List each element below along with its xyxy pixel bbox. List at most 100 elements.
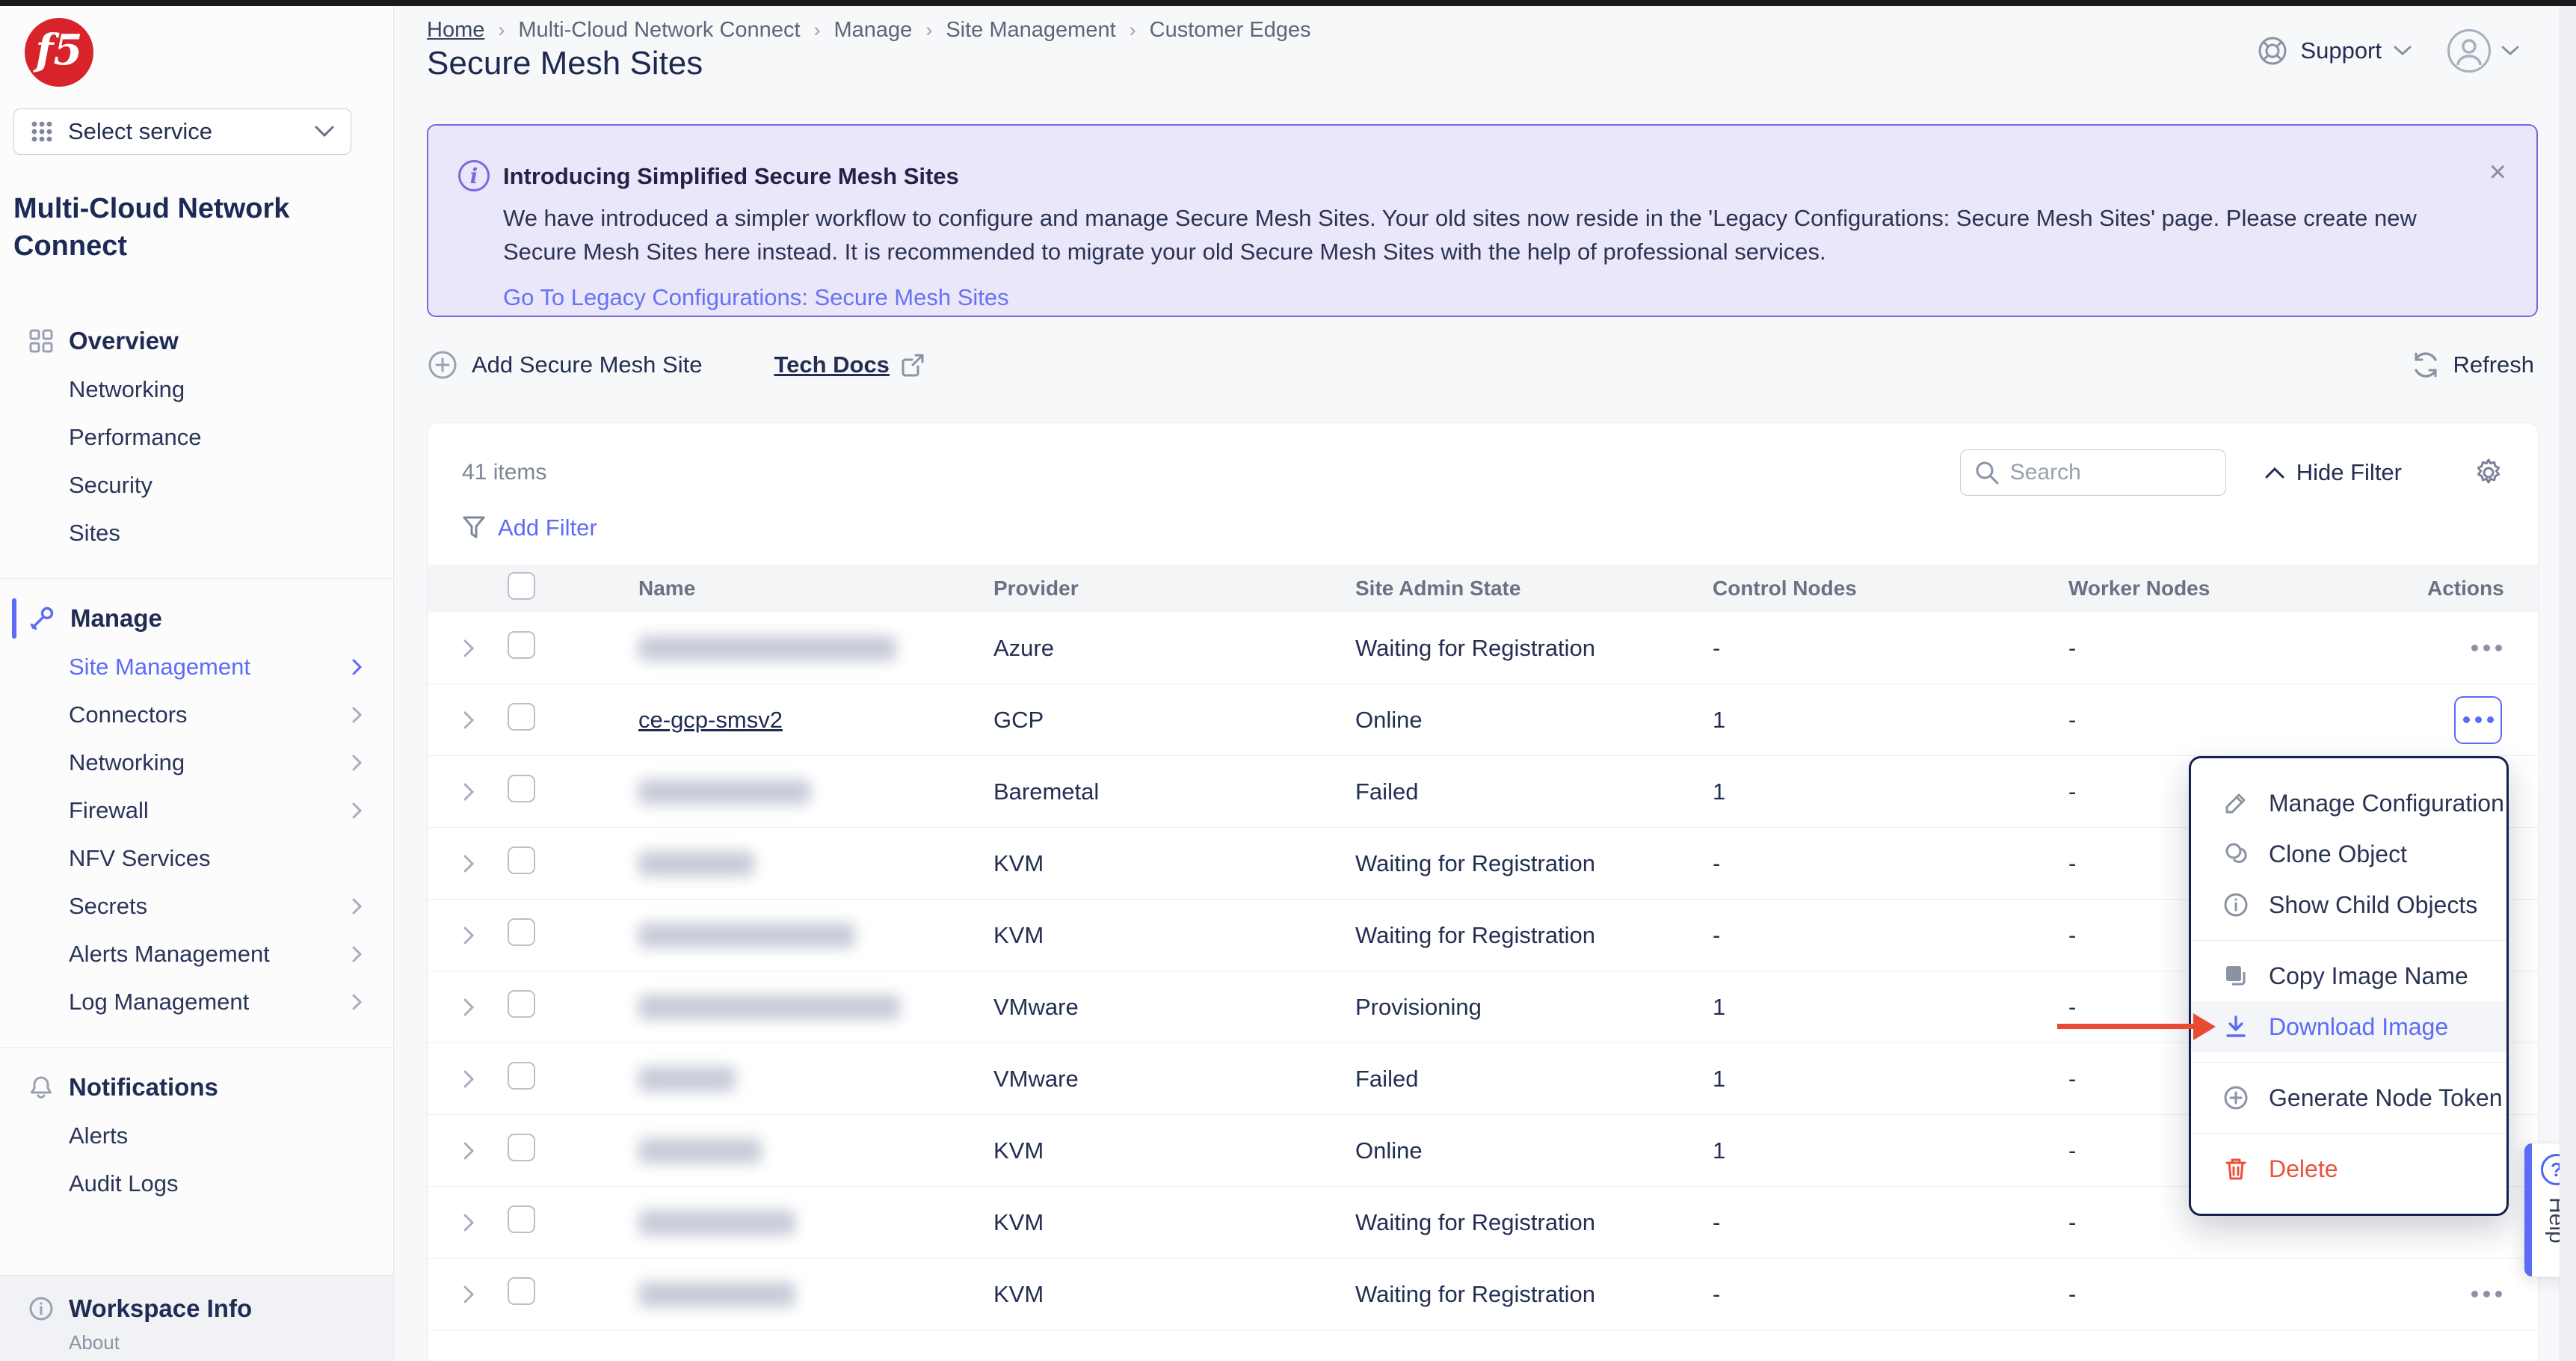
row-actions[interactable] [2454,696,2502,744]
help-tab-accent-bar [2524,1143,2532,1276]
sidebar-item-label: Firewall [69,797,149,824]
sidebar-sub-item[interactable]: Alerts Management [0,930,393,978]
sidebar-sub-item[interactable]: Connectors [0,691,393,739]
site-admin-state-cell: Waiting for Registration [1355,1281,1713,1308]
sidebar-sub-item[interactable]: Sites [0,509,393,557]
ellipsis-menu-icon[interactable] [2471,1291,2502,1297]
nav-heading-label: Workspace Info [69,1294,252,1323]
row-actions[interactable] [2471,1291,2502,1297]
window-top-edge [0,0,2576,6]
row-checkbox[interactable] [508,703,535,731]
expand-row-icon[interactable] [461,1212,508,1233]
site-name-cell[interactable] [638,995,993,1020]
site-name-cell[interactable] [638,1138,993,1164]
breadcrumb-home[interactable]: Home [427,18,484,43]
row-checkbox[interactable] [508,990,535,1018]
expand-row-icon[interactable] [461,638,508,659]
sidebar-sub-item[interactable]: Site Management [0,643,393,691]
expand-row-icon[interactable] [461,1284,508,1305]
menu-item-clone-object[interactable]: Clone Object [2191,829,2506,879]
expand-row-icon[interactable] [461,853,508,874]
menu-item-download-image[interactable]: Download Image [2191,1001,2506,1052]
service-selector[interactable]: Select service [13,108,351,155]
site-name-cell[interactable] [638,851,993,876]
sidebar-sub-item[interactable]: Secrets [0,882,393,930]
expand-row-icon[interactable] [461,781,508,802]
select-all-checkbox[interactable] [508,572,535,600]
search-input[interactable] [2010,460,2212,485]
gear-icon[interactable] [2474,458,2503,488]
column-header-control-nodes[interactable]: Control Nodes [1713,577,2068,600]
column-header-name[interactable]: Name [638,577,993,600]
column-header-state[interactable]: Site Admin State [1355,577,1713,600]
expand-row-icon[interactable] [461,1140,508,1161]
sidebar-sub-item[interactable]: Log Management [0,978,393,1026]
sidebar-sub-item[interactable]: Audit Logs [0,1160,393,1208]
breadcrumb-item[interactable]: Site Management [946,18,1115,43]
column-header-worker-nodes[interactable]: Worker Nodes [2068,577,2427,600]
add-filter-button[interactable]: Add Filter [498,514,597,541]
close-icon[interactable]: × [2489,157,2506,187]
add-button-label: Add Secure Mesh Site [472,351,702,378]
row-checkbox[interactable] [508,1062,535,1090]
expand-row-icon[interactable] [461,925,508,946]
sidebar-item-about[interactable]: About [0,1331,393,1354]
sidebar-sub-item[interactable]: Networking [0,366,393,414]
sidebar-item-label: NFV Services [69,845,210,872]
row-checkbox[interactable] [508,918,535,946]
legacy-config-link[interactable]: Go To Legacy Configurations: Secure Mesh… [503,284,1009,311]
site-name-cell[interactable] [638,779,993,805]
menu-item-copy-image-name[interactable]: Copy Image Name [2191,950,2506,1001]
expand-row-icon[interactable] [461,710,508,731]
menu-item-generate-node-token[interactable]: Generate Node Token [2191,1072,2506,1123]
site-name-cell[interactable] [638,1066,993,1092]
row-checkbox[interactable] [508,631,535,659]
ellipsis-menu-icon[interactable] [2471,645,2502,651]
refresh-button[interactable]: Refresh [2411,350,2534,380]
sidebar-item-workspace-info[interactable]: Workspace Info [0,1288,393,1330]
sidebar-sub-item[interactable]: Alerts [0,1112,393,1160]
site-name-link[interactable]: ce-gcp-smsv2 [638,707,783,733]
user-menu[interactable] [2447,29,2519,73]
row-checkbox[interactable] [508,775,535,802]
pencil-icon [2222,790,2249,816]
breadcrumb-item[interactable]: Multi-Cloud Network Connect [518,18,800,43]
row-checkbox[interactable] [508,1205,535,1233]
site-name-cell[interactable] [638,923,993,948]
hide-filter-button[interactable]: Hide Filter [2265,459,2402,486]
sidebar-sub-item[interactable]: Security [0,461,393,509]
menu-item-show-child-objects[interactable]: Show Child Objects [2191,879,2506,930]
site-name-cell[interactable]: ce-gcp-smsv2 [638,707,993,734]
row-checkbox[interactable] [508,1277,535,1305]
sidebar-sub-item[interactable]: Firewall [0,787,393,835]
expand-row-icon[interactable] [461,1069,508,1090]
column-header-provider[interactable]: Provider [993,577,1355,600]
bell-icon [28,1075,54,1100]
site-name-cell[interactable] [638,1282,993,1307]
sidebar-item-manage[interactable]: Manage [0,594,393,643]
row-checkbox[interactable] [508,1134,535,1161]
breadcrumb-item[interactable]: Manage [834,18,913,43]
add-secure-mesh-site-button[interactable]: Add Secure Mesh Site [427,349,702,381]
expand-row-icon[interactable] [461,997,508,1018]
row-actions[interactable] [2471,645,2502,651]
menu-item-manage-configuration[interactable]: Manage Configuration [2191,778,2506,829]
sidebar-nav: Overview Networking Performance Security… [0,301,393,1275]
sidebar-item-label: Performance [69,424,201,451]
sidebar-sub-item[interactable]: NFV Services [0,835,393,882]
row-checkbox[interactable] [508,847,535,874]
sidebar-sub-item[interactable]: Networking [0,739,393,787]
menu-item-delete[interactable]: Delete [2191,1143,2506,1194]
sidebar-item-notifications[interactable]: Notifications [0,1063,393,1112]
ellipsis-menu-active[interactable] [2454,696,2502,744]
site-name-cell[interactable] [638,1210,993,1235]
ellipsis-menu-icon[interactable] [2463,716,2494,723]
sidebar-sub-item[interactable]: Performance [0,414,393,461]
sidebar-item-overview[interactable]: Overview [0,316,393,366]
tech-docs-link[interactable]: Tech Docs [774,351,925,378]
breadcrumb-item[interactable]: Customer Edges [1150,18,1311,43]
f5-logo[interactable]: f5 [25,18,93,87]
site-name-cell[interactable] [638,636,993,661]
support-menu[interactable]: Support [2257,35,2412,67]
page-scrollbar[interactable] [2560,6,2576,1361]
